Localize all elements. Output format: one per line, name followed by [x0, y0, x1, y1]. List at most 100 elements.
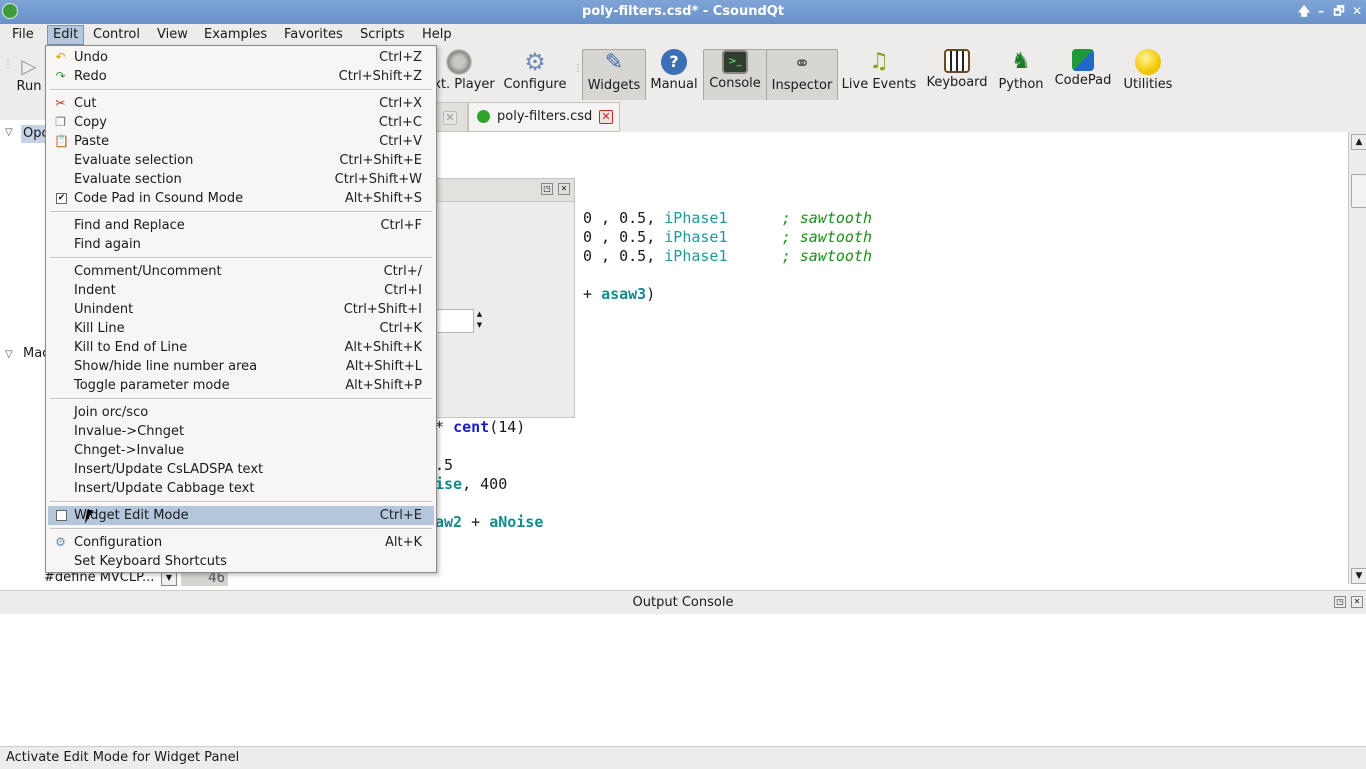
widgets-button[interactable]: ✎ Widgets [582, 49, 646, 101]
menu-examples[interactable]: Examples [199, 26, 272, 44]
undo-icon: ↶ [55, 50, 66, 64]
menu-item-evaluate-section[interactable]: Evaluate section Ctrl+Shift+W [48, 170, 434, 189]
menu-item-shortcut: Ctrl+V [379, 134, 422, 149]
close-icon[interactable]: ✕ [558, 183, 570, 195]
menu-item-kill-line[interactable]: Kill Line Ctrl+K [48, 319, 434, 338]
menu-help[interactable]: Help [417, 26, 457, 44]
menu-view[interactable]: View [152, 26, 193, 44]
expand-arrow-icon[interactable]: ▽ [5, 349, 13, 360]
menu-item-label: Redo [74, 69, 107, 84]
minimize-button[interactable]: – [1313, 3, 1329, 19]
console-button[interactable]: >_ Console [703, 49, 767, 101]
menu-item-configuration[interactable]: ⚙ Configuration Alt+K [48, 533, 434, 552]
menu-item-indent[interactable]: Indent Ctrl+I [48, 281, 434, 300]
menu-separator [50, 211, 432, 213]
float-icon[interactable]: ◳ [1334, 596, 1346, 608]
menu-item-shortcut: Ctrl+X [379, 96, 422, 111]
keyboard-label: Keyboard [926, 75, 988, 90]
spinbox-field[interactable] [436, 309, 474, 333]
close-icon[interactable]: ✕ [1351, 596, 1363, 608]
utilities-button[interactable]: Utilities [1120, 49, 1176, 99]
float-icon[interactable]: ◳ [541, 183, 553, 195]
checkbox-unchecked-icon [56, 510, 67, 521]
menu-item-show-hide-line-number-area[interactable]: Show/hide line number area Alt+Shift+L [48, 357, 434, 376]
menu-item-label: Indent [74, 283, 116, 298]
menu-item-insert-update-cabbage-text[interactable]: Insert/Update Cabbage text [48, 479, 434, 498]
menu-item-insert-update-csladspa-text[interactable]: Insert/Update CsLADSPA text [48, 460, 434, 479]
menu-edit[interactable]: Edit [47, 25, 85, 45]
window-title: poly-filters.csd* - CsoundQt [581, 4, 785, 19]
menu-scripts[interactable]: Scripts [355, 26, 409, 44]
menu-item-label: Cut [74, 96, 97, 111]
output-console-text[interactable] [0, 614, 1366, 746]
menu-item-find-again[interactable]: Find again [48, 235, 434, 254]
widget-panel-header: ◳ ✕ [436, 179, 574, 202]
tab-close-icon[interactable]: ✕ [599, 110, 613, 124]
run-button[interactable]: ▷ Run [12, 49, 46, 99]
menu-separator [50, 528, 432, 530]
menu-item-toggle-parameter-mode[interactable]: Toggle parameter mode Alt+Shift+P [48, 376, 434, 395]
menu-item-set-keyboard-shortcuts[interactable]: Set Keyboard Shortcuts [48, 552, 434, 571]
menu-item-undo[interactable]: ↶ Undo Ctrl+Z [48, 48, 434, 67]
menu-item-find-and-replace[interactable]: Find and Replace Ctrl+F [48, 216, 434, 235]
menu-item-shortcut: Ctrl+C [378, 115, 422, 130]
checkbox-checked-icon: ✔ [56, 193, 67, 204]
keep-above-button[interactable]: 🡅 [1296, 3, 1312, 19]
manual-button[interactable]: ? Manual [646, 49, 702, 99]
menu-item-shortcut: Ctrl+E [379, 508, 422, 523]
gear-icon: ⚙ [524, 48, 546, 76]
scroll-up-icon[interactable]: ▲ [1351, 134, 1366, 150]
menu-item-join-orc-sco[interactable]: Join orc/sco [48, 403, 434, 422]
menu-item-shortcut: Alt+Shift+P [345, 378, 422, 393]
menu-item-code-pad-in-csound-mode[interactable]: ✔ Code Pad in Csound Mode Alt+Shift+S [48, 189, 434, 208]
menu-file[interactable]: File [7, 26, 39, 44]
menu-favorites[interactable]: Favorites [279, 26, 348, 44]
output-console-header: Output Console ◳ ✕ [0, 590, 1366, 616]
menu-item-shortcut: Ctrl+/ [383, 264, 422, 279]
menu-item-unindent[interactable]: Unindent Ctrl+Shift+I [48, 300, 434, 319]
menu-item-chnget-invalue[interactable]: Chnget->Invalue [48, 441, 434, 460]
menu-item-invalue-chnget[interactable]: Invalue->Chnget [48, 422, 434, 441]
close-window-button[interactable]: ✕ [1349, 3, 1365, 19]
menu-item-copy[interactable]: ❐ Copy Ctrl+C [48, 113, 434, 132]
inspector-opcodes-item[interactable]: Opc [21, 125, 49, 143]
menu-item-kill-to-end-of-line[interactable]: Kill to End of Line Alt+Shift+K [48, 338, 434, 357]
code-line: .5 [435, 456, 454, 474]
menu-item-cut[interactable]: ✂ Cut Ctrl+X [48, 94, 434, 113]
menu-item-paste[interactable]: 📋 Paste Ctrl+V [48, 132, 434, 151]
editor-vertical-scrollbar[interactable]: ▲ ▼ [1348, 132, 1366, 584]
menu-item-widget-edit-mode[interactable]: Widget Edit Mode Ctrl+E [48, 506, 434, 525]
gear-icon: ⚙ [55, 535, 66, 549]
console-label: Console [709, 76, 761, 91]
menu-item-evaluate-selection[interactable]: Evaluate selection Ctrl+Shift+E [48, 151, 434, 170]
python-button[interactable]: ♞ Python [996, 49, 1046, 99]
menu-item-redo[interactable]: ↷ Redo Ctrl+Shift+Z [48, 67, 434, 86]
toolbar-grip[interactable]: ⋮ [3, 59, 13, 79]
configure-button[interactable]: ⚙ Configure [500, 49, 570, 99]
menu-item-label: Code Pad in Csound Mode [74, 191, 244, 206]
expand-arrow-icon[interactable]: ▽ [5, 127, 13, 138]
tab-close-icon[interactable]: ✕ [443, 111, 457, 125]
inspector-label: Inspector [771, 78, 833, 93]
menu-item-shortcut: Ctrl+Shift+I [343, 302, 422, 317]
menu-item-comment-uncomment[interactable]: Comment/Uncomment Ctrl+/ [48, 262, 434, 281]
code-line: * cent(14) [435, 418, 526, 436]
codepad-button[interactable]: CodePad [1050, 49, 1116, 99]
ext-player-button[interactable]: xt. Player [432, 49, 496, 99]
menu-item-label: Copy [74, 115, 107, 130]
live-events-button[interactable]: ♫ Live Events [840, 49, 918, 99]
tab-previous-document[interactable]: ✕ [432, 102, 468, 132]
inspector-button[interactable]: ⚭ Inspector [766, 49, 838, 101]
utilities-icon [1135, 49, 1161, 75]
menu-control[interactable]: Control [88, 26, 145, 44]
ext-player-label: xt. Player [433, 77, 495, 92]
menu-item-label: Toggle parameter mode [74, 378, 230, 393]
keyboard-button[interactable]: Keyboard [922, 49, 992, 99]
scroll-down-icon[interactable]: ▼ [1351, 568, 1366, 584]
tab-poly-filters[interactable]: poly-filters.csd ✕ [468, 102, 620, 132]
spinbox-arrows-icon[interactable]: ▲ ▼ [474, 309, 485, 331]
maximize-button[interactable]: 🗗 [1331, 3, 1347, 19]
mouse-cursor-icon [84, 510, 100, 524]
menu-separator [50, 89, 432, 91]
scrollbar-thumb[interactable] [1351, 174, 1366, 208]
